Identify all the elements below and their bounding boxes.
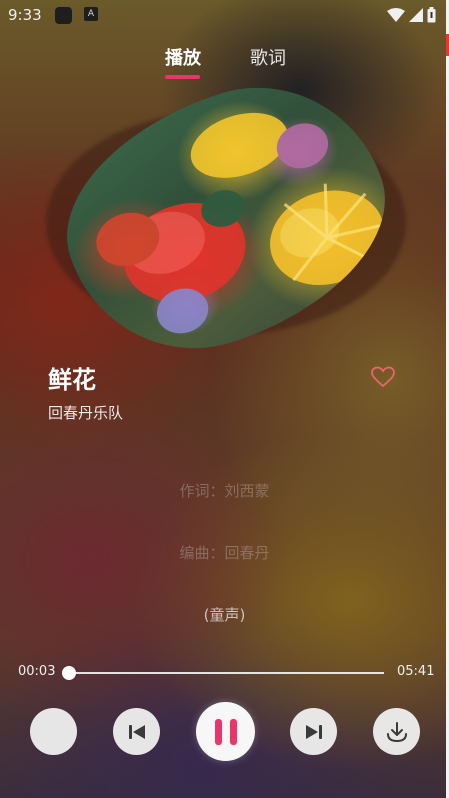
next-button[interactable] [290, 708, 337, 755]
status-time: 9:33 [8, 6, 42, 24]
tab-lyrics[interactable]: 歌词 [250, 44, 286, 70]
cell-signal-icon [409, 8, 423, 22]
pause-icon [214, 718, 237, 745]
tab-indicator [165, 75, 200, 79]
song-artist[interactable]: 回春丹乐队 [48, 402, 123, 423]
skip-next-icon [305, 724, 322, 739]
status-bar: 9:33 A [0, 0, 446, 30]
heart-icon[interactable] [371, 366, 395, 388]
previous-button[interactable] [113, 708, 160, 755]
play-mode-button[interactable] [30, 708, 77, 755]
skip-previous-icon [128, 724, 145, 739]
lyric-line-1: 作词：刘西蒙 [179, 482, 270, 500]
notification-app-icon [55, 7, 72, 24]
wifi-icon [387, 8, 405, 22]
song-title: 鲜花 [48, 366, 96, 394]
lyric-line-2: 编曲：回春丹 [179, 544, 270, 562]
download-button[interactable] [373, 708, 420, 755]
progress-thumb[interactable] [62, 666, 76, 680]
album-cover[interactable] [36, 54, 416, 382]
flower-artwork [96, 112, 385, 334]
battery-icon [427, 7, 436, 23]
status-indicators [387, 7, 436, 23]
player-screen: 9:33 A 播放 歌词 鲜花 回春丹乐队 作词：刘西蒙 编曲：回春丹 (童声)… [0, 0, 449, 798]
download-icon [386, 721, 407, 742]
notification-a-icon: A [84, 7, 98, 21]
pause-button[interactable] [196, 702, 255, 761]
total-time: 05:41 [397, 664, 435, 679]
tab-bar: 播放 歌词 [0, 42, 449, 86]
current-time: 00:03 [18, 664, 56, 679]
lyric-line-3: (童声) [203, 606, 246, 624]
tab-play[interactable]: 播放 [165, 44, 201, 70]
progress-track[interactable] [69, 672, 384, 674]
